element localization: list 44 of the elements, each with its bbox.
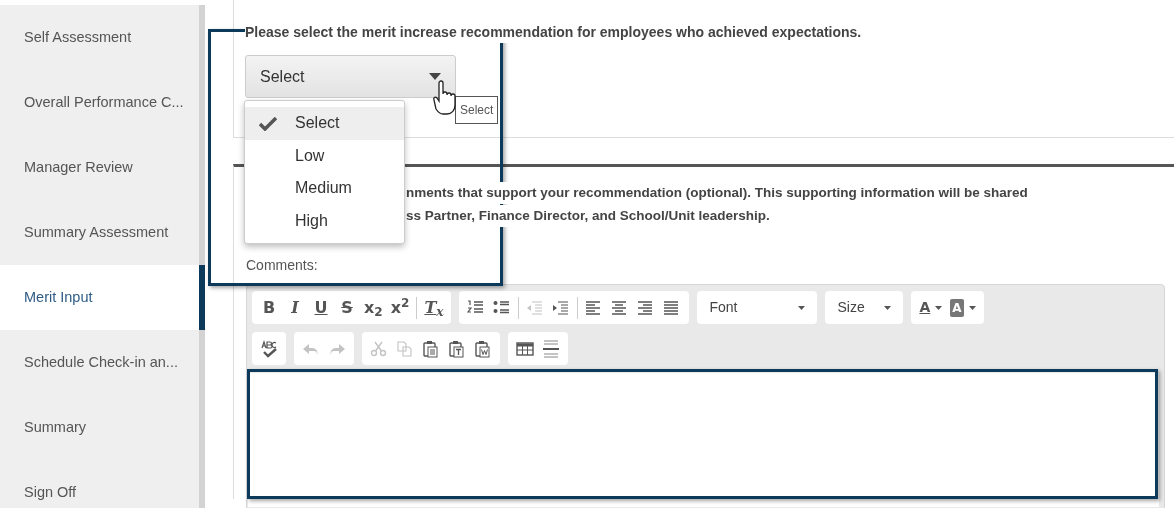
text-color-button[interactable]: A [915, 294, 947, 321]
format-button[interactable]: U [308, 294, 334, 321]
format-button[interactable]: S [334, 294, 360, 321]
comments-label: Comments: [246, 256, 319, 275]
sidebar-item[interactable]: Summary [0, 395, 205, 460]
copy-icon [396, 339, 414, 358]
clipboard-icon [422, 339, 440, 358]
indent-icon [552, 298, 571, 317]
select-dropdown[interactable]: Select [245, 55, 456, 98]
horizontal-lines-icon [542, 339, 560, 358]
instruction-text: nments that support your recommendation (optional). This supporting information will be shared [406, 182, 1028, 204]
caret-icon [935, 305, 943, 310]
clipboard-icon [448, 339, 466, 358]
caret-icon [884, 305, 892, 310]
instruction-text: ss Partner, Finance Director, and School/Unit leadership. [406, 205, 770, 227]
sidebar-item[interactable]: Merit Input [0, 265, 205, 330]
spellcheck-icon [260, 339, 278, 358]
sidebar-item[interactable]: Sign Off [0, 460, 205, 508]
scissors-icon [370, 339, 388, 358]
outdent-icon [526, 298, 545, 317]
clipboard-icon [474, 339, 492, 358]
check-icon [259, 117, 277, 131]
caret-icon [429, 73, 441, 80]
sidebar-item[interactable]: Summary Assessment [0, 200, 205, 265]
caret-icon [798, 305, 806, 310]
menu-option[interactable]: High [245, 204, 404, 237]
sidebar-item[interactable]: Self Assessment [0, 5, 205, 70]
format-button[interactable]: x$^{2}$ [386, 294, 414, 321]
menu-option[interactable]: Select [245, 107, 404, 140]
sidebar-item[interactable]: Manager Review [0, 135, 205, 200]
dropdown-button[interactable]: Size [829, 293, 900, 322]
caret-icon [968, 305, 976, 310]
menu-option[interactable]: Medium [245, 172, 404, 205]
format-button[interactable]: I [282, 294, 308, 321]
sidebar-item[interactable]: Overall Performance C... [0, 70, 205, 135]
dropdown-button[interactable]: Font [701, 293, 814, 322]
background-color-button[interactable]: A [946, 294, 980, 321]
format-button[interactable]: T$_{x}$ [420, 294, 448, 321]
sidebar-item[interactable]: Schedule Check-in an... [0, 330, 205, 395]
format-button[interactable]: B [256, 294, 282, 321]
format-button[interactable]: x$_{2}$ [360, 294, 387, 321]
table-icon [516, 339, 534, 358]
tooltip: Select [455, 96, 499, 124]
menu-option[interactable]: Low [245, 139, 404, 172]
